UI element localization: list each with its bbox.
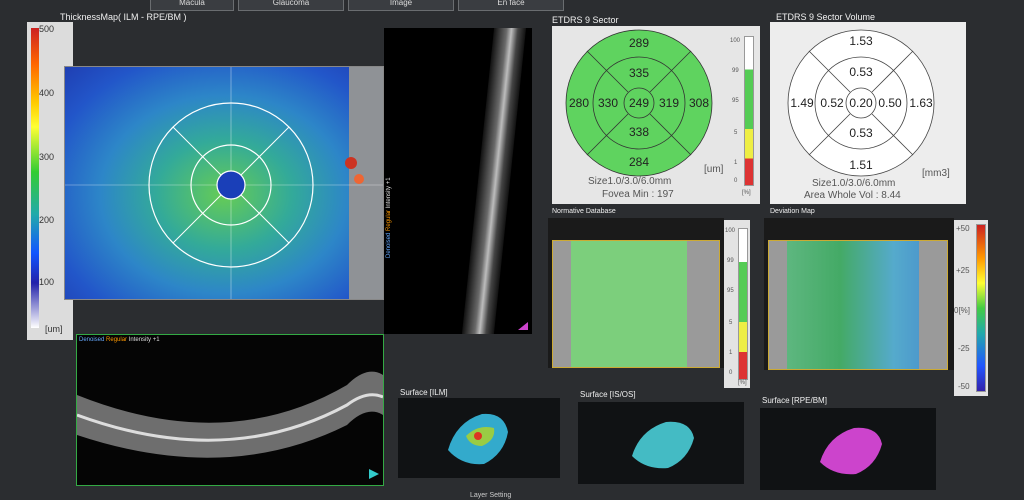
surface-rpe-title: Surface [RPE/BM] — [762, 396, 827, 405]
normative-map[interactable] — [548, 218, 724, 368]
etdrs-volume-panel: 1.53 0.53 1.49 0.52 0.20 0.50 1.63 0.53 … — [770, 22, 966, 204]
normative-edge-left — [553, 241, 571, 367]
scan-marker-icon — [518, 322, 528, 330]
deviation-edge-right — [919, 241, 947, 369]
thickness-map-title: ThicknessMap( ILM - RPE/BM ) — [60, 12, 187, 22]
norm-unit: [%] — [738, 380, 747, 386]
pct-tick: 0 — [734, 178, 738, 184]
sector-nasal-inner: 319 — [658, 96, 680, 110]
norm-tick: 95 — [727, 288, 734, 294]
normative-scale: 100 99 95 5 1 0 [%] — [724, 220, 750, 388]
horizontal-bscan[interactable]: Denoised Regular Intensity +1 — [76, 334, 384, 486]
volume-nasal-inner: 0.50 — [878, 96, 902, 110]
etdrs-volume-title: ETDRS 9 Sector Volume — [776, 12, 876, 22]
surface-ilm-title: Surface [ILM] — [400, 388, 448, 397]
pct-tick: 95 — [732, 98, 739, 104]
volume-temporal-inner: 0.52 — [820, 96, 844, 110]
deviation-scale: +50 +25 0[%] -25 -50 — [954, 220, 988, 396]
label-intensity: Intensity +1 — [386, 177, 392, 210]
volume-center: 0.20 — [849, 96, 873, 110]
normative-bar — [738, 228, 748, 380]
volume-size: Size1.0/3.0/6.0mm — [812, 178, 896, 189]
pct-tick: 100 — [730, 38, 741, 44]
sector-unit: [um] — [704, 164, 724, 175]
deviation-edge-left — [769, 241, 787, 369]
surface-isos[interactable] — [578, 402, 744, 484]
etdrs-sector-panel: 289 335 280 330 249 319 308 338 284 [um]… — [552, 26, 760, 204]
dev-tick: -25 — [958, 344, 970, 353]
surface-ilm[interactable] — [398, 398, 560, 478]
volume-inferior-inner: 0.53 — [849, 126, 873, 140]
scale-unit: [um] — [45, 324, 63, 334]
retina-layers-horizontal — [77, 371, 383, 458]
normative-edge-right — [687, 241, 719, 367]
scale-tick: 200 — [39, 215, 55, 225]
etdrs-sector-title: ETDRS 9 Sector — [552, 15, 619, 25]
deviation-map[interactable] — [764, 218, 954, 370]
pct-tick: 99 — [732, 68, 739, 74]
sector-temporal-inner: 330 — [597, 96, 619, 110]
dev-tick: 0[%] — [954, 306, 971, 315]
label-regular: Regular — [386, 209, 392, 231]
surface-isos-title: Surface [IS/OS] — [580, 390, 636, 399]
sector-center: 249 — [628, 96, 650, 110]
volume-nasal-outer: 1.63 — [909, 96, 933, 110]
sector-size: Size1.0/3.0/6.0mm — [588, 176, 672, 187]
scale-tick: 300 — [39, 152, 55, 162]
surface-isos-render — [632, 421, 694, 469]
volume-inferior-outer: 1.51 — [849, 158, 873, 172]
sector-nasal-outer: 308 — [688, 96, 710, 110]
norm-tick: 5 — [729, 320, 733, 326]
normative-green-area — [552, 240, 720, 368]
sector-inferior-inner: 338 — [628, 125, 650, 139]
sector-temporal-outer: 280 — [568, 96, 590, 110]
scale-tick: 100 — [39, 277, 55, 287]
volume-temporal-outer: 1.49 — [790, 96, 814, 110]
pct-unit: [%] — [742, 190, 751, 196]
deviation-title: Deviation Map — [770, 208, 815, 215]
dev-tick: -50 — [958, 382, 970, 391]
dev-tick: +50 — [956, 224, 970, 233]
surface-ilm-render — [448, 413, 508, 465]
deviation-bar — [976, 224, 986, 392]
volume-superior-outer: 1.53 — [849, 34, 873, 48]
sector-superior-inner: 335 — [628, 66, 650, 80]
thickness-map-image[interactable] — [64, 66, 384, 300]
norm-tick: 100 — [725, 228, 736, 234]
pct-tick: 5 — [734, 130, 738, 136]
surface-rpe-render — [820, 427, 882, 475]
bscan-vertical-label: Denoised Regular Intensity +1 — [386, 177, 392, 258]
norm-tick: 99 — [727, 258, 734, 264]
surface-rpe[interactable] — [760, 408, 936, 490]
tab-glaucoma[interactable]: Glaucoma — [238, 0, 344, 11]
area-whole-vol: Area Whole Vol : 8.44 — [804, 190, 901, 201]
etdrs-grid-overlay — [65, 67, 383, 299]
label-denoised: Denoised — [386, 230, 392, 258]
tab-image[interactable]: Image — [348, 0, 454, 11]
sector-inferior-outer: 284 — [628, 155, 650, 169]
scale-tick: 400 — [39, 88, 55, 98]
dev-tick: +25 — [956, 266, 970, 275]
color-gradient-bar — [31, 28, 39, 328]
scale-tick: 500 — [39, 24, 55, 34]
percentile-bar — [744, 36, 754, 186]
volume-unit: [mm3] — [922, 168, 950, 179]
deviation-color-area — [768, 240, 948, 370]
tab-macula[interactable]: Macula — [150, 0, 234, 11]
norm-tick: 0 — [729, 370, 733, 376]
pct-tick: 1 — [734, 160, 738, 166]
scan-position-marker-icon — [369, 469, 379, 479]
layer-setting-label[interactable]: Layer Setting — [470, 492, 511, 499]
retina-layers-vertical — [461, 28, 527, 334]
fovea-min: Fovea Min : 197 — [602, 189, 674, 200]
volume-superior-inner: 0.53 — [849, 65, 873, 79]
vertical-bscan[interactable]: Denoised Regular Intensity +1 — [384, 28, 532, 334]
normative-title: Normative Database — [552, 208, 616, 215]
tab-en-face[interactable]: En face — [458, 0, 564, 11]
sector-superior-outer: 289 — [628, 36, 650, 50]
norm-tick: 1 — [729, 350, 733, 356]
